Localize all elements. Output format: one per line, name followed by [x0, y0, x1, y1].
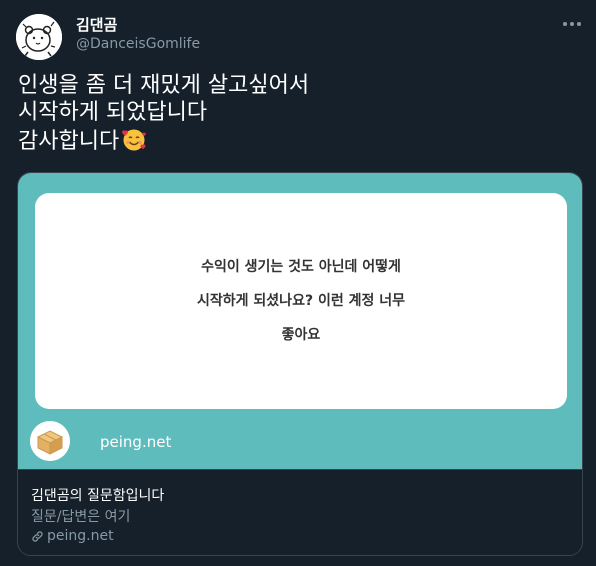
smiling-face-with-hearts-icon	[121, 126, 147, 159]
question-line: 수익이 생기는 것도 아닌데 어떻게	[201, 259, 401, 275]
display-name[interactable]: 김댄곰	[76, 14, 117, 35]
question-line: 좋아요	[281, 327, 321, 343]
cardboard-box-icon	[30, 421, 70, 461]
card-image[interactable]: 수익이 생기는 것도 아닌데 어떻게 시작하게 되셨나요? 이런 계정 너무 좋…	[18, 173, 582, 469]
card-footer[interactable]: 김댄곰의 질문함입니다 질문/답변은 여기 peing.net	[18, 469, 582, 555]
tweet: 김댄곰 @DanceisGomlife 인생을 좀 더 재밌게 살고싶어서 시작…	[0, 0, 596, 566]
more-horizontal-icon[interactable]	[560, 12, 584, 36]
link-card[interactable]: 수익이 생기는 것도 아닌데 어떻게 시작하게 되셨나요? 이런 계정 너무 좋…	[17, 172, 583, 556]
bear-avatar-icon	[16, 14, 62, 60]
image-domain-label: peing.net	[100, 433, 172, 451]
card-link[interactable]: peing.net	[31, 528, 114, 544]
card-link-domain: peing.net	[47, 528, 114, 544]
card-description: 질문/답변은 여기	[31, 509, 131, 525]
tweet-line: 시작하게 되었답니다	[18, 100, 208, 125]
tweet-line: 감사합니다	[18, 126, 578, 159]
question-box: 수익이 생기는 것도 아닌데 어떻게 시작하게 되셨나요? 이런 계정 너무 좋…	[35, 193, 567, 409]
question-line: 시작하게 되셨나요? 이런 계정 너무	[197, 293, 405, 309]
card-title: 김댄곰의 질문함입니다	[31, 488, 165, 504]
tweet-line: 인생을 좀 더 재밌게 살고싶어서	[18, 73, 310, 98]
link-icon	[31, 530, 44, 543]
avatar[interactable]	[16, 14, 62, 60]
user-handle[interactable]: @DanceisGomlife	[76, 36, 200, 52]
tweet-text: 인생을 좀 더 재밌게 살고싶어서 시작하게 되었답니다 감사합니다	[18, 72, 578, 159]
